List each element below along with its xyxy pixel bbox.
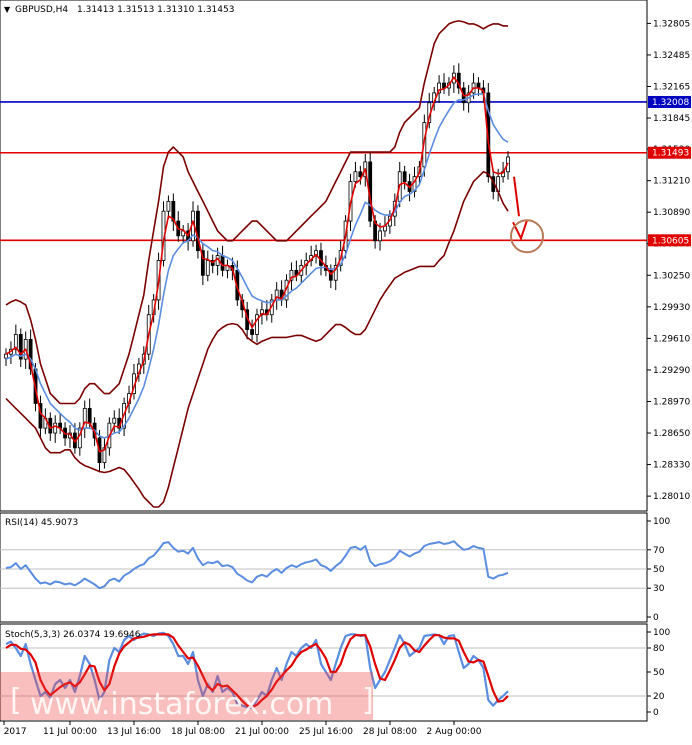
rsi-tick-label: 0 [653,613,659,623]
candle-body [53,422,58,434]
time-tick-label: 2 Aug 00:00 [427,727,482,737]
price-tick-label: 1.32805 [653,19,690,29]
stoch-tick-label: 0 [653,708,659,718]
rsi-tick-label: 70 [653,546,665,556]
candle-body [87,407,92,424]
price-label: 1.31493 [652,149,689,159]
candle-body [4,353,8,359]
price-tick-label: 1.29290 [653,366,690,376]
price-tick-label: 1.31210 [653,177,690,187]
watermark-text: www.instaforex.com [30,687,333,722]
price-tick-label: 1.32485 [653,51,690,61]
time-tick-label: 28 Jul 08:00 [363,727,417,737]
price-tick-label: 1.29610 [653,334,690,344]
candle-body [402,171,407,183]
price-tick-label: 1.30890 [653,208,690,218]
rsi-panel [0,512,648,623]
stoch-tick-label: 100 [653,628,670,638]
candle-body [205,260,210,276]
price-tick-label: 1.28650 [653,429,690,439]
price-tick-label: 1.32165 [653,82,690,92]
price-label: 1.32008 [652,98,689,108]
candle-body [353,171,358,183]
collapse-icon[interactable]: ▼ [4,5,11,14]
price-tick-label: 1.28970 [653,397,690,407]
watermark-close-bracket: ] [362,683,374,718]
candle-body [378,230,382,242]
stoch-tick-label: 20 [653,692,665,702]
watermark-open-bracket: [ [10,683,22,718]
chart-canvas[interactable]: 1.328051.324851.321651.318451.315301.312… [0,0,692,741]
rsi-title: RSI(14) 45.9073 [5,518,78,528]
time-tick-label: 18 Jul 08:00 [171,727,225,737]
time-tick-label: 11 Jul 00:00 [43,727,97,737]
rsi-tick-label: 50 [653,565,665,575]
price-label: 1.30605 [652,236,689,246]
time-tick-label: 6 Jul 2017 [0,727,27,737]
price-panel [0,0,648,512]
chart-symbol: GBPUSD,H4 [15,5,68,15]
candle-body [166,200,171,212]
time-tick-label: 21 Jul 00:00 [235,727,289,737]
price-tick-label: 1.29930 [653,303,690,313]
time-tick-label: 13 Jul 16:00 [107,727,161,737]
rsi-tick-label: 30 [653,584,665,594]
chart-ohlc: 1.31413 1.31513 1.31310 1.31453 [77,5,234,15]
candle-body [250,329,254,335]
watermark: [ www.instaforex.com ] [0,672,374,722]
stoch-tick-label: 80 [653,644,665,654]
rsi-tick-label: 100 [653,517,670,527]
stoch-title: Stoch(5,3,3) 26.0374 19.6946 [5,630,141,640]
time-tick-label: 25 Jul 16:00 [299,727,353,737]
price-tick-label: 1.28010 [653,492,690,502]
stoch-tick-label: 50 [653,668,665,678]
candle-body [112,417,117,424]
price-tick-label: 1.31845 [653,114,690,124]
price-tick-label: 1.30250 [653,271,690,281]
price-tick-label: 1.28330 [653,461,690,471]
